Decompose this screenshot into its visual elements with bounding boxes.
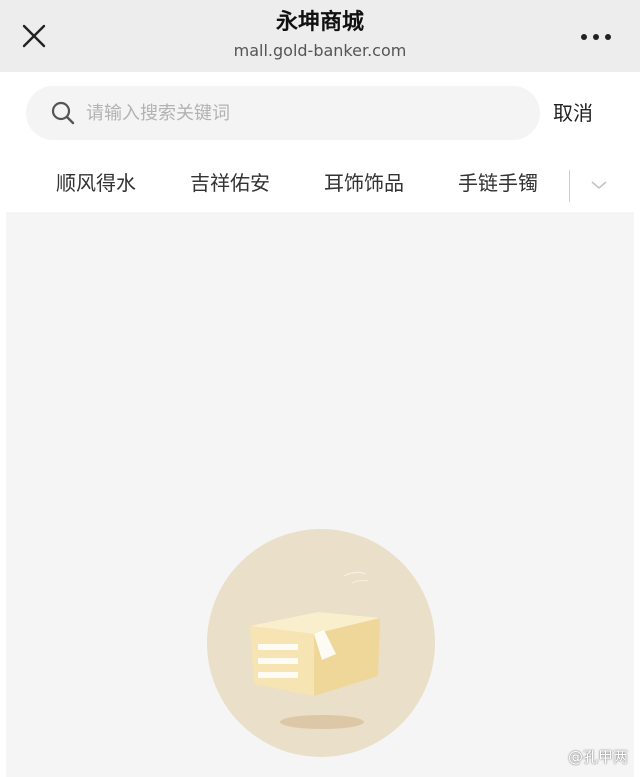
- title-bar: 永坤商城 mall.gold-banker.com: [0, 0, 640, 72]
- tab-category-1[interactable]: 顺风得水: [56, 168, 136, 198]
- empty-box-icon: [207, 529, 435, 757]
- close-button[interactable]: [14, 18, 54, 54]
- chevron-down-icon: [591, 181, 607, 190]
- category-tabs: 顺风得水 吉祥佑安 耳饰饰品 手链手镯: [0, 158, 640, 212]
- search-icon: [51, 101, 75, 125]
- tabs-expand-button[interactable]: [584, 172, 614, 198]
- tab-category-4[interactable]: 手链手镯: [458, 168, 538, 198]
- search-input[interactable]: [86, 93, 506, 133]
- tab-category-2[interactable]: 吉祥佑安: [190, 168, 270, 198]
- cancel-button[interactable]: 取消: [553, 98, 593, 128]
- search-bar[interactable]: [26, 86, 540, 140]
- more-dots-icon: [581, 34, 611, 40]
- content-area: [6, 212, 634, 777]
- close-icon: [22, 24, 46, 48]
- watermark: @孔甲两: [567, 748, 628, 766]
- more-button[interactable]: [574, 22, 618, 52]
- tab-category-3[interactable]: 耳饰饰品: [324, 168, 404, 198]
- tabs-divider: [569, 170, 570, 202]
- page-url: mall.gold-banker.com: [233, 41, 407, 60]
- page-title: 永坤商城: [275, 10, 364, 35]
- title-area: 永坤商城 mall.gold-banker.com: [140, 8, 500, 62]
